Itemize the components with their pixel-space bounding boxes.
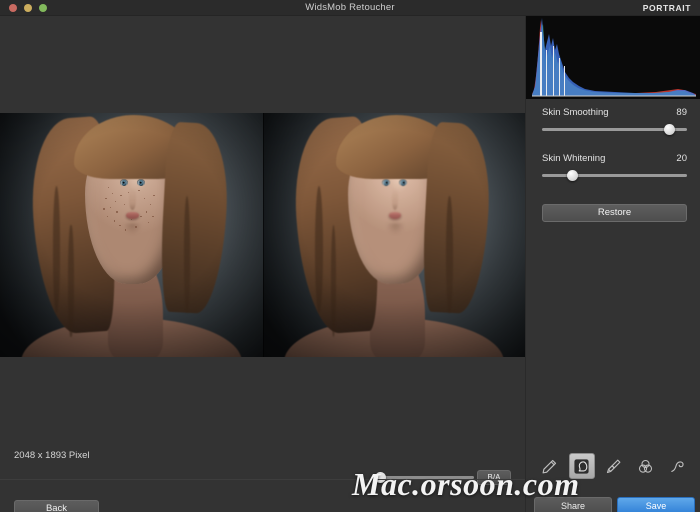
- image-resolution: 2048 x 1893 Pixel: [14, 450, 90, 461]
- canvas-column: 2048 x 1893 Pixel B/A Back: [0, 16, 525, 512]
- curve-tool-button[interactable]: [664, 453, 690, 479]
- brush-tool-button[interactable]: [600, 453, 626, 479]
- action-row: Share Save: [526, 497, 700, 512]
- photo-stage[interactable]: [0, 113, 525, 357]
- window-title: WidsMob Retoucher: [305, 2, 395, 13]
- share-button[interactable]: Share: [534, 497, 612, 512]
- portrait-icon: [573, 458, 590, 475]
- resolution-row: 2048 x 1893 Pixel: [0, 446, 525, 472]
- skin-whitening-track[interactable]: [542, 174, 687, 177]
- skin-smoothing-value: 89: [676, 107, 687, 118]
- portrait-subject-after: [263, 113, 526, 357]
- zoom-slider[interactable]: [374, 471, 474, 483]
- color-circles-icon: [637, 458, 654, 475]
- skin-whitening-handle[interactable]: [567, 170, 578, 181]
- color-tool-button[interactable]: [632, 453, 658, 479]
- rgb-histogram: [526, 16, 700, 99]
- before-after-divider: [262, 113, 264, 357]
- title-bar: WidsMob Retoucher PORTRAIT: [0, 0, 700, 16]
- skin-smoothing-handle[interactable]: [664, 124, 675, 135]
- pencil-icon: [541, 458, 558, 475]
- back-button[interactable]: Back: [14, 500, 99, 512]
- skin-smoothing-label: Skin Smoothing: [542, 107, 609, 118]
- skin-whitening-value: 20: [676, 153, 687, 164]
- mode-label: PORTRAIT: [642, 3, 691, 13]
- footer-divider: [0, 479, 525, 480]
- portrait-tool-button[interactable]: [568, 453, 595, 479]
- photo-before: [0, 113, 263, 357]
- curve-icon: [669, 458, 686, 475]
- pencil-tool-button[interactable]: [537, 453, 563, 479]
- right-panel: Skin Smoothing 89 Skin Whitening 20 Rest…: [525, 16, 700, 512]
- app-window: WidsMob Retoucher PORTRAIT 2048 x 1893 P…: [0, 0, 700, 512]
- zoom-slider-handle[interactable]: [375, 472, 386, 483]
- portrait-subject-before: [0, 113, 263, 357]
- skin-whitening-label: Skin Whitening: [542, 153, 606, 164]
- tool-strip: [526, 448, 700, 484]
- before-after-button[interactable]: B/A: [477, 470, 511, 485]
- brush-icon: [605, 458, 622, 475]
- save-button[interactable]: Save: [617, 497, 695, 512]
- photo-after: [262, 113, 526, 357]
- restore-button[interactable]: Restore: [542, 204, 687, 222]
